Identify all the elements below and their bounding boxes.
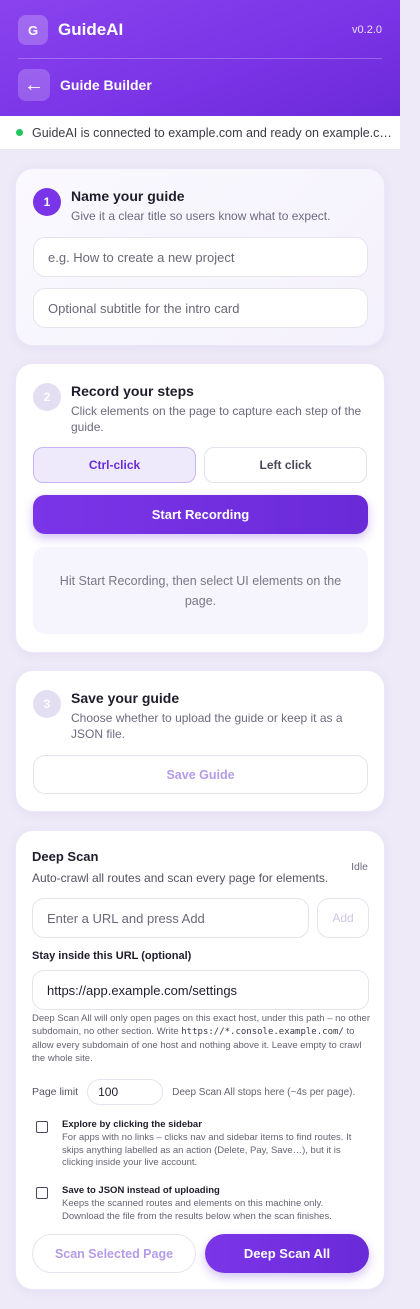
- scope-note-code: https://*.console.example.com/: [181, 1027, 344, 1037]
- step-1-header: 1 Name your guide Give it a clear title …: [33, 188, 367, 224]
- deep-scan-description: Auto-crawl all routes and scan every pag…: [32, 871, 329, 885]
- step-3-number: 3: [33, 690, 61, 718]
- option-save-json: Save to JSON instead of uploading Keeps …: [36, 1185, 362, 1223]
- step-3-card: 3 Save your guide Choose whether to uplo…: [15, 670, 385, 812]
- status-dot-icon: [16, 129, 23, 136]
- save-json-title: Save to JSON instead of uploading: [62, 1185, 220, 1196]
- step-2-description: Click elements on the page to capture ea…: [71, 404, 362, 434]
- connection-status-bar: GuideAI is connected to example.com and …: [0, 116, 400, 150]
- step-3-header: 3 Save your guide Choose whether to uplo…: [33, 690, 367, 742]
- mode-ctrl-click-button[interactable]: Ctrl-click: [33, 447, 196, 483]
- step-2-title: Record your steps: [71, 383, 194, 399]
- scope-note: Deep Scan All will only open pages on th…: [32, 1012, 372, 1065]
- app-header: G GuideAI v0.2.0 ← Guide Builder: [0, 0, 400, 116]
- step-1-number: 1: [33, 188, 61, 216]
- recording-hint: Hit Start Recording, then select UI elem…: [33, 547, 368, 634]
- add-url-button[interactable]: Add: [317, 898, 369, 938]
- nav-row: ← Guide Builder: [18, 69, 152, 101]
- step-2-card: 2 Record your steps Click elements on th…: [15, 363, 385, 653]
- step-2-number: 2: [33, 383, 61, 411]
- step-1-title: Name your guide: [71, 188, 185, 204]
- page-limit-hint: Deep Scan All stops here (~4s per page).: [172, 1086, 356, 1098]
- app-logo: G: [18, 15, 48, 45]
- page-limit-row: Page limit Deep Scan All stops here (~4s…: [32, 1079, 355, 1105]
- step-1-description: Give it a clear title so users know what…: [71, 209, 331, 223]
- guide-title-input[interactable]: [33, 237, 368, 277]
- step-2-header: 2 Record your steps Click elements on th…: [33, 383, 367, 435]
- deep-scan-status: Idle: [351, 861, 368, 873]
- save-json-checkbox[interactable]: [36, 1187, 48, 1199]
- page-limit-input[interactable]: [87, 1079, 164, 1105]
- step-1-card: 1 Name your guide Give it a clear title …: [15, 168, 385, 346]
- deep-scan-url-input[interactable]: [32, 898, 309, 938]
- explore-sidebar-description: For apps with no links – clicks nav and …: [62, 1132, 352, 1168]
- save-guide-button[interactable]: Save Guide: [33, 755, 368, 794]
- page-limit-label: Page limit: [32, 1086, 79, 1098]
- save-json-description: Keeps the scanned routes and elements on…: [62, 1198, 332, 1222]
- scan-selected-page-button[interactable]: Scan Selected Page: [32, 1234, 196, 1273]
- deep-scan-title: Deep Scan: [32, 849, 99, 864]
- option-explore-sidebar: Explore by clicking the sidebar For apps…: [36, 1119, 362, 1170]
- app-name: GuideAI: [58, 20, 124, 39]
- header-divider: [18, 58, 382, 59]
- explore-sidebar-title: Explore by clicking the sidebar: [62, 1119, 202, 1130]
- step-3-title: Save your guide: [71, 690, 180, 706]
- status-text: GuideAI is connected to example.com and …: [32, 125, 392, 140]
- page-title: Guide Builder: [60, 77, 152, 93]
- scope-url-input[interactable]: [32, 970, 369, 1010]
- step-3-description: Choose whether to upload the guide or ke…: [71, 711, 343, 741]
- version-label: v0.2.0: [352, 24, 382, 36]
- scope-label: Stay inside this URL (optional): [32, 950, 192, 962]
- mode-left-click-button[interactable]: Left click: [204, 447, 367, 483]
- start-recording-button[interactable]: Start Recording: [33, 495, 368, 534]
- guide-subtitle-input[interactable]: [33, 288, 368, 328]
- deep-scan-card: Deep Scan Idle Auto-crawl all routes and…: [15, 830, 385, 1290]
- brand-row: G GuideAI v0.2.0: [18, 15, 382, 45]
- arrow-left-icon: ←: [24, 74, 44, 96]
- deep-scan-all-button[interactable]: Deep Scan All: [205, 1234, 369, 1273]
- back-button[interactable]: ←: [18, 69, 50, 101]
- explore-sidebar-checkbox[interactable]: [36, 1121, 48, 1133]
